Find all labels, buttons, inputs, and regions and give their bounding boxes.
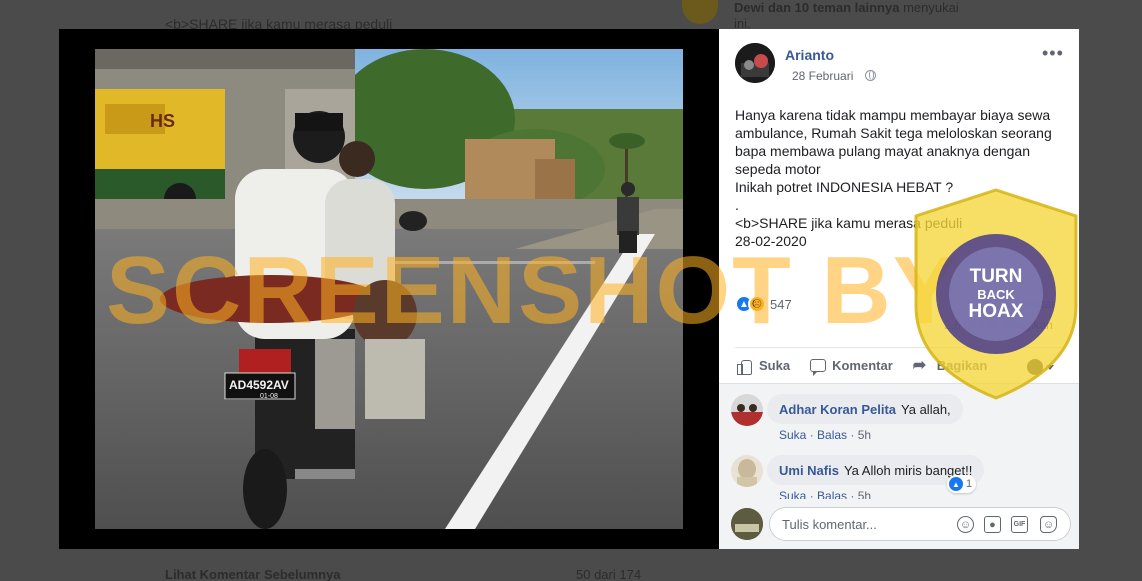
comment-icon — [810, 359, 827, 376]
thumbs-up-icon — [735, 357, 753, 375]
background-comment-counter: 50 dari 174 — [576, 567, 642, 581]
share-arrow-icon: ➦ — [912, 356, 927, 374]
reaction-summary[interactable]: ▲ ☹ 547 — [735, 294, 792, 314]
comment-reaction-badge[interactable]: ▲ 1 — [947, 475, 977, 493]
comment-time[interactable]: 5h — [858, 428, 871, 442]
svg-text:HS: HS — [150, 111, 175, 131]
post-text-line: sepeda motor — [735, 161, 821, 177]
license-plate: AD4592AV — [229, 378, 289, 392]
background-previous-comments-link: Lihat Komentar Sebelumnya — [165, 567, 341, 581]
comment-author[interactable]: Umi Nafis — [779, 463, 839, 478]
comment-author[interactable]: Adhar Koran Pelita — [779, 402, 896, 417]
comment-count-link[interactable]: 286 Komentar — [980, 297, 1055, 311]
comment-button[interactable]: Komentar — [810, 358, 893, 376]
camera-icon[interactable]: ● — [984, 516, 1001, 533]
author-avatar[interactable] — [735, 43, 775, 83]
comments-section: Adhar Koran Pelita Ya allah, Suka · Bala… — [719, 383, 1079, 503]
license-plate-sub: 01-08 — [260, 393, 278, 400]
photo-viewer: HS AD4592AV 01-08 — [59, 29, 719, 549]
commenter-avatar[interactable] — [731, 394, 763, 426]
audience-selector[interactable] — [1027, 359, 1054, 375]
emoji-icon[interactable]: ☺ — [957, 516, 974, 533]
more-options-icon[interactable]: ••• — [1042, 43, 1064, 64]
share-button-label: Bagikan — [936, 358, 988, 373]
comment-bubble: Adhar Koran Pelita Ya allah, — [767, 394, 963, 424]
comment-reply-link[interactable]: Balas — [817, 428, 847, 442]
commenter-avatar-image — [731, 455, 763, 487]
post-photo[interactable]: HS AD4592AV 01-08 — [95, 49, 683, 529]
like-button-label: Suka — [759, 358, 791, 373]
background-likes-names: Dewi dan 10 teman lainnya — [734, 0, 900, 15]
comment-text: Ya allah, — [901, 401, 951, 417]
share-button[interactable]: ➦ Bagikan — [913, 357, 988, 375]
chevron-down-icon — [1046, 364, 1054, 370]
post-text-line: Hanya karena tidak mampu membayar biaya … — [735, 107, 1051, 123]
current-user-avatar-image — [731, 508, 763, 540]
comment-meta: Suka · Balas · 5h — [779, 428, 872, 442]
post-text-line: 28-02-2020 — [735, 233, 807, 249]
like-reaction-icon: ▲ — [949, 477, 963, 491]
post-text-line: . — [735, 197, 739, 213]
like-button[interactable]: Suka — [735, 357, 790, 375]
post-text-line: bapa membawa pulang mayat anaknya dengan — [735, 143, 1030, 159]
reaction-count: 547 — [770, 296, 792, 312]
commenter-avatar-image — [731, 394, 763, 426]
commenter-avatar[interactable] — [731, 455, 763, 487]
current-user-avatar — [731, 508, 763, 540]
comment-reaction-count: 1 — [966, 478, 973, 490]
globe-icon — [865, 70, 876, 81]
post-date[interactable]: 28 Februari — [792, 69, 853, 83]
sad-reaction-icon: ☹ — [748, 295, 766, 313]
background-avatar — [682, 0, 718, 24]
photo-scene: HS AD4592AV 01-08 — [95, 49, 683, 529]
comment-composer: ☺ ● GIF ☺ — [719, 499, 1079, 549]
share-count-link[interactable]: 2,6 rb Kali dibagikan — [944, 318, 1053, 332]
post-text-line: <b>SHARE jika kamu merasa peduli — [735, 215, 963, 231]
author-avatar-image — [735, 43, 775, 83]
gif-icon[interactable]: GIF — [1011, 516, 1028, 533]
sticker-icon[interactable]: ☺ — [1040, 516, 1057, 533]
post-text-line: Inikah potret INDONESIA HEBAT ? — [735, 179, 954, 195]
comment-like-link[interactable]: Suka — [779, 428, 806, 442]
post-text-line: ambulance, Rumah Sakit tega meloloskan s… — [735, 125, 1052, 141]
comment-button-label: Komentar — [832, 358, 893, 373]
audience-avatar — [1027, 359, 1043, 375]
post-actions: Suka Komentar ➦ Bagikan — [735, 347, 1063, 383]
post-sidebar: Arianto 28 Februari ••• Hanya karena tid… — [719, 29, 1079, 549]
post-body: Hanya karena tidak mampu membayar biaya … — [735, 106, 1065, 250]
background-likes-text: Dewi dan 10 teman lainnya menyukai ini. — [734, 0, 964, 32]
post-author-name[interactable]: Arianto — [785, 47, 834, 63]
